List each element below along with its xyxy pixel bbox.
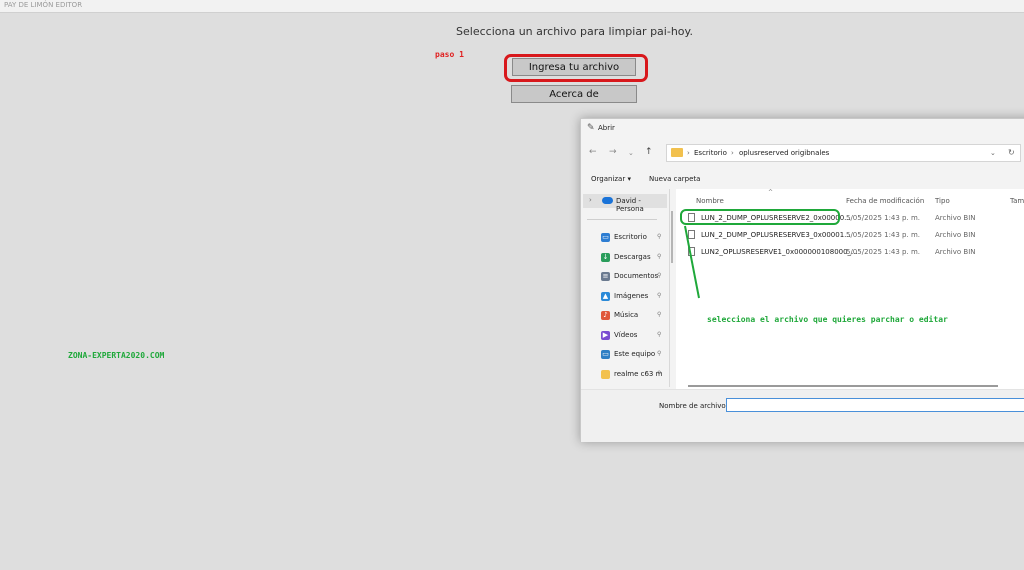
green-pointer-line — [684, 225, 700, 299]
annotation-hint: selecciona el archivo que quieres parcha… — [707, 315, 948, 324]
annotation-overlay — [684, 225, 700, 299]
